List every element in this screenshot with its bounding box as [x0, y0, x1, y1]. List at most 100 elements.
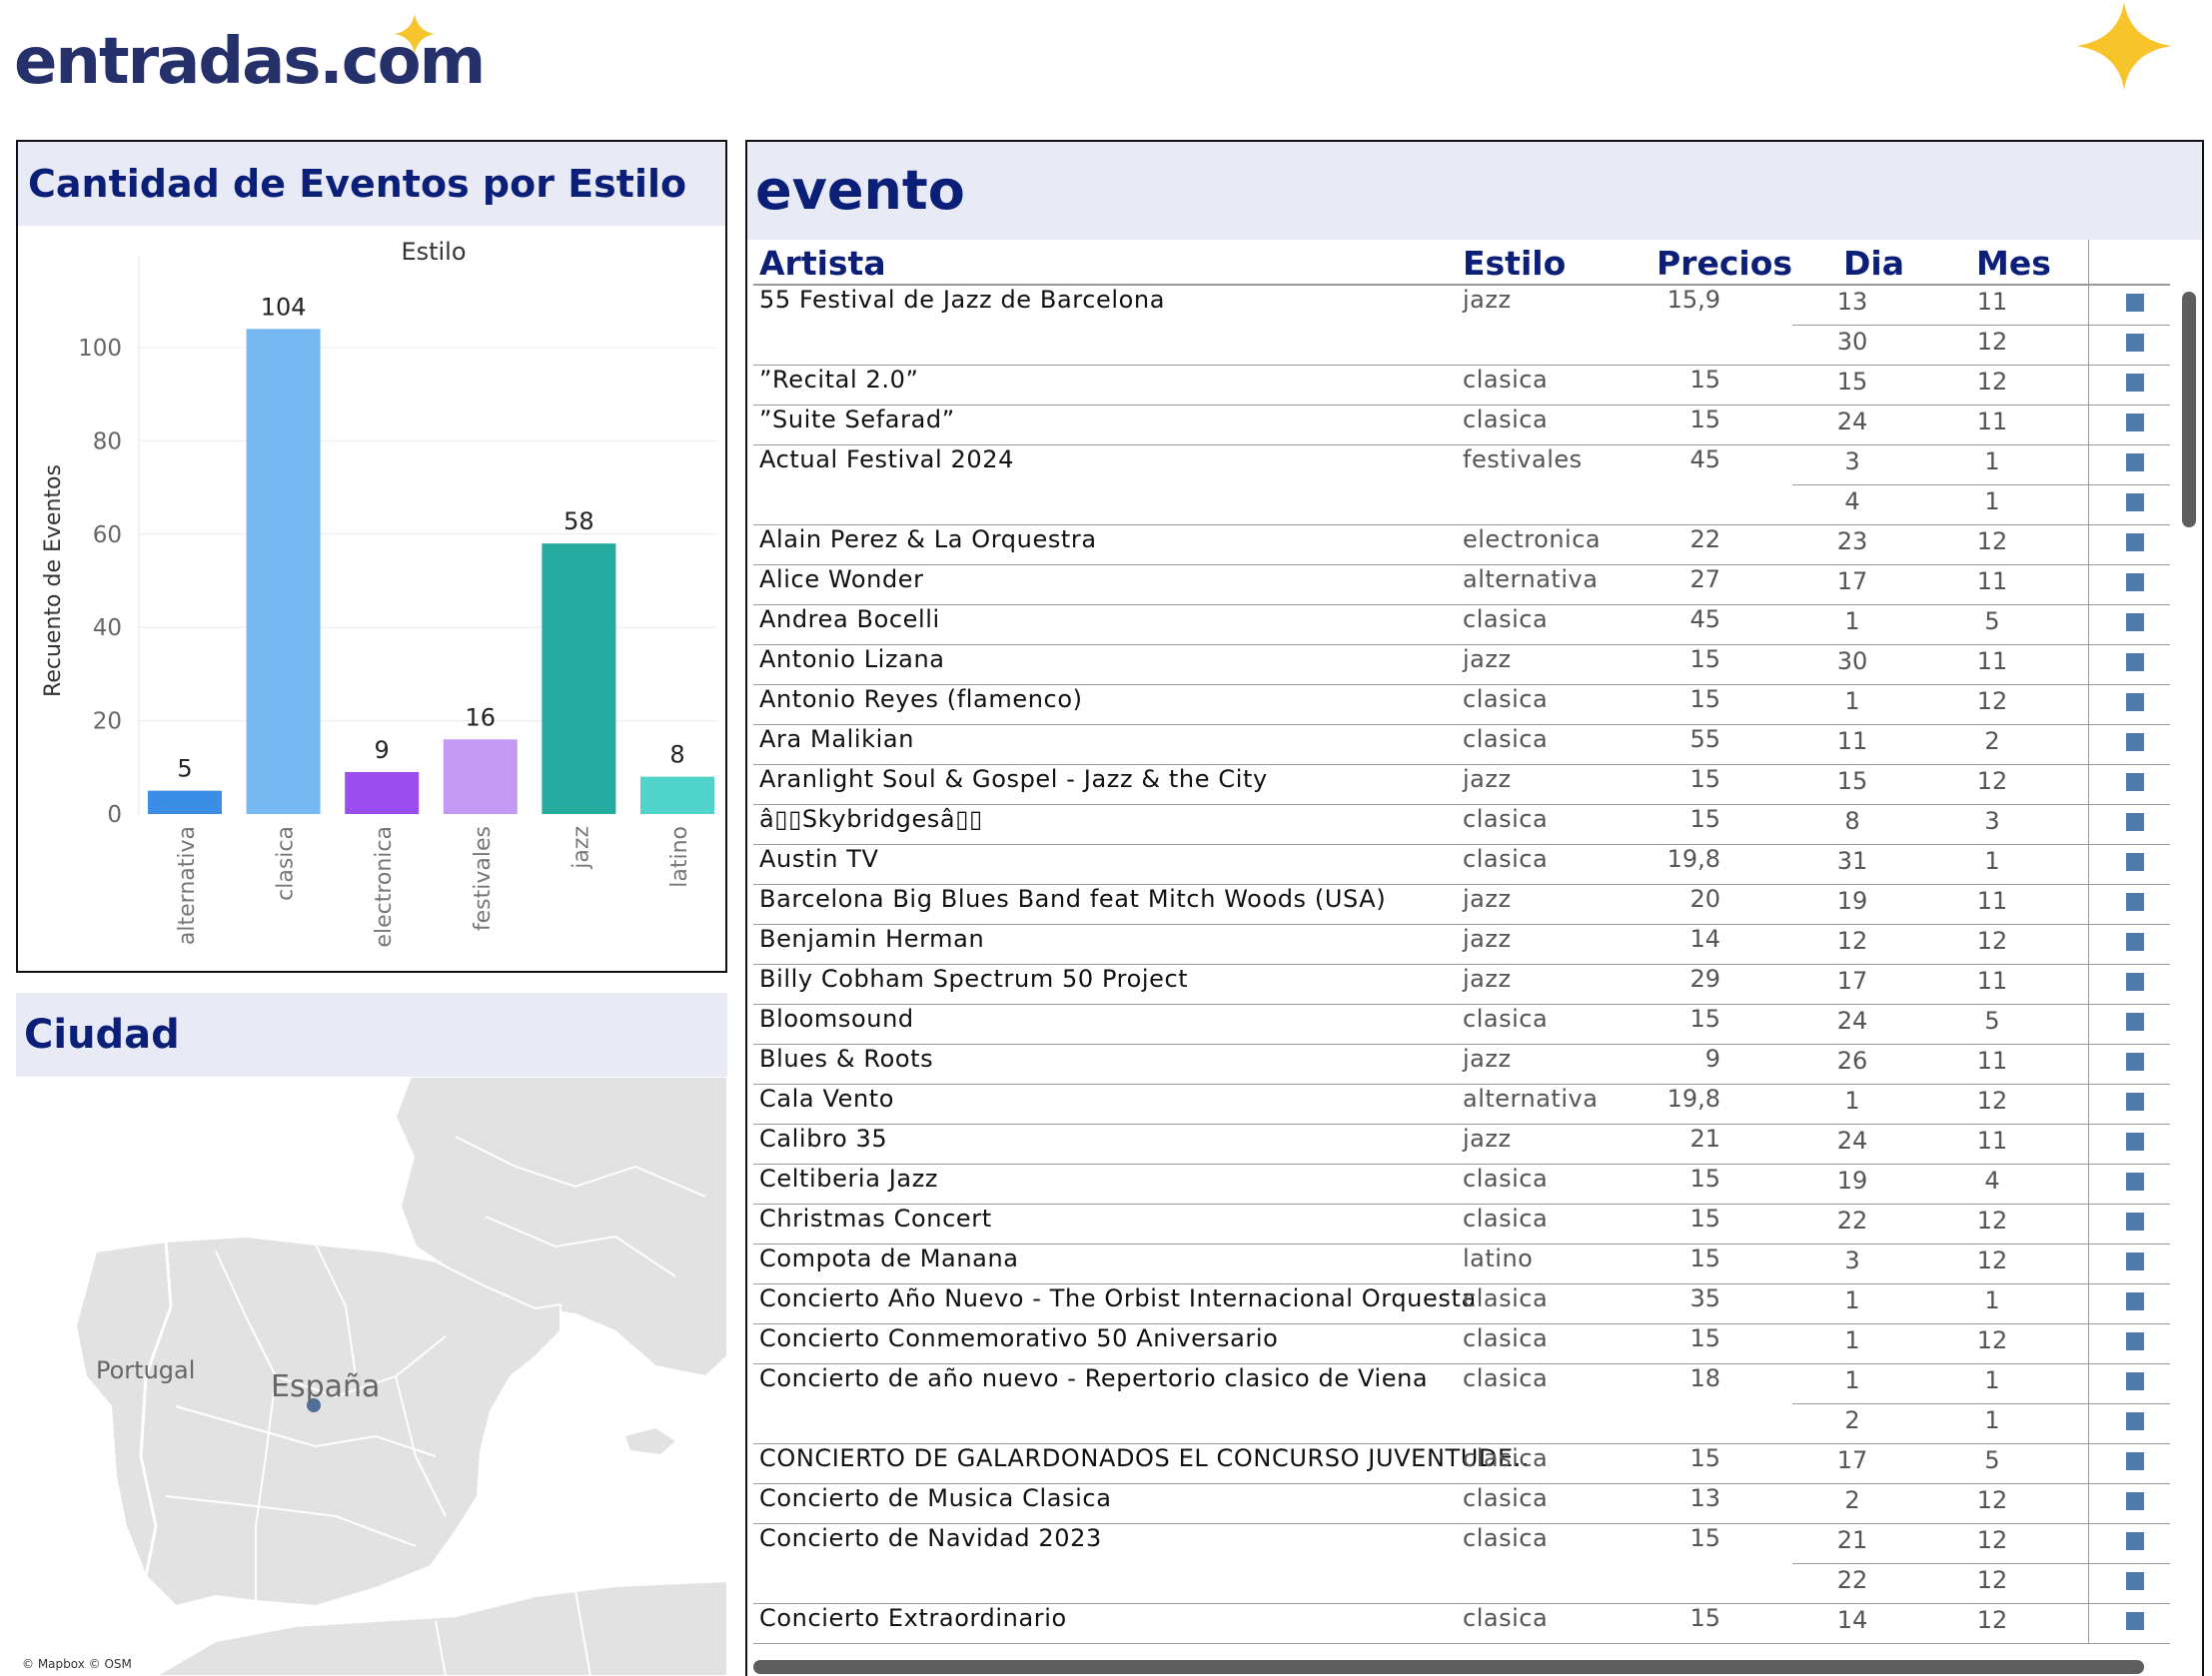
row-marker-icon[interactable] [2126, 1133, 2144, 1151]
row-marker-icon[interactable] [2126, 973, 2144, 991]
cell-dia: 17 [1836, 967, 1868, 995]
table-row[interactable]: Cala Vento alternativa 19,8 1 12 [753, 1085, 2170, 1125]
row-marker-icon[interactable] [2126, 1173, 2144, 1191]
row-marker-icon[interactable] [2126, 1253, 2144, 1270]
table-row[interactable]: Aranlight Soul & Gospel - Jazz & the Cit… [753, 765, 2170, 805]
table-row[interactable]: Ara Malikian clasica 55 11 2 [753, 725, 2170, 765]
col-divider [2088, 965, 2089, 1005]
row-marker-icon[interactable] [2126, 813, 2144, 831]
cell-mes: 1 [1984, 1286, 2000, 1314]
row-marker-icon[interactable] [2126, 334, 2144, 352]
table-row[interactable]: Christmas Concert clasica 15 22 12 [753, 1205, 2170, 1245]
cell-precios: 22 [1689, 525, 1720, 553]
row-marker-icon[interactable] [2126, 1612, 2144, 1630]
row-marker-icon[interactable] [2126, 1053, 2144, 1071]
col-divider [2088, 525, 2089, 565]
row-marker-icon[interactable] [2126, 414, 2144, 431]
table-row[interactable]: CONCIERTO DE GALARDONADOS EL CONCURSO JU… [753, 1444, 2170, 1484]
table-row[interactable]: Bloomsound clasica 15 24 5 [753, 1005, 2170, 1045]
table-row[interactable]: Barcelona Big Blues Band feat Mitch Wood… [753, 885, 2170, 925]
cell-artista: Christmas Concert [759, 1205, 992, 1233]
map-view[interactable]: Portugal España © Mapbox © OSM [16, 1077, 727, 1676]
col-header-dia[interactable]: Dia [1843, 240, 1904, 284]
cell-mes: 11 [1976, 1047, 2008, 1075]
cell-mes: 12 [1976, 1526, 2008, 1554]
table-row[interactable]: Celtiberia Jazz clasica 15 19 4 [753, 1165, 2170, 1205]
table-row[interactable]: Concierto Conmemorativo 50 Aniversario cl… [753, 1324, 2170, 1364]
table-row[interactable]: Antonio Lizana jazz 15 30 11 [753, 645, 2170, 685]
table-row[interactable]: Concierto Año Nuevo - The Orbist Interna… [753, 1284, 2170, 1324]
table-row[interactable]: Concierto de Musica Clasica clasica 13 2 12 [753, 1484, 2170, 1524]
bar-chart[interactable]: Estilo Recuento de Eventos 0 20 40 60 80 100 5 al… [18, 226, 725, 971]
table-row[interactable]: Calibro 35 jazz 21 24 11 [753, 1125, 2170, 1165]
cell-dia: 1 [1844, 1286, 1860, 1314]
cell-estilo: jazz [1463, 1045, 1512, 1073]
row-marker-icon[interactable] [2126, 1213, 2144, 1231]
table-row[interactable]: Concierto de Navidad 2023 clasica 15 21 12 22… [753, 1524, 2170, 1604]
table-row[interactable]: Antonio Reyes (flamenco) clasica 15 1 12 [753, 685, 2170, 725]
row-marker-icon[interactable] [2126, 653, 2144, 671]
table-row[interactable]: Andrea Bocelli clasica 45 1 5 [753, 605, 2170, 645]
col-header-artista[interactable]: Artista [759, 240, 886, 284]
table-row[interactable]: ”Recital 2.0” clasica 15 15 12 [753, 366, 2170, 406]
cell-artista: Alain Perez & La Orquestra [759, 525, 1097, 553]
row-marker-icon[interactable] [2126, 1452, 2144, 1470]
table-row[interactable]: Benjamin Herman jazz 14 12 12 [753, 925, 2170, 965]
row-marker-icon[interactable] [2126, 613, 2144, 631]
row-marker-icon[interactable] [2126, 1492, 2144, 1510]
table-row[interactable]: Alice Wonder alternativa 27 17 11 [753, 565, 2170, 605]
row-marker-icon[interactable] [2126, 1292, 2144, 1310]
cell-mes: 12 [1976, 368, 2008, 396]
row-marker-icon[interactable] [2126, 1572, 2144, 1590]
col-divider [2088, 925, 2089, 965]
vertical-scrollbar[interactable] [2182, 292, 2196, 527]
row-marker-icon[interactable] [2126, 1332, 2144, 1350]
table-row[interactable]: Austin TV clasica 19,8 31 1 [753, 845, 2170, 885]
cell-precios: 9 [1704, 1045, 1720, 1073]
table-row[interactable]: ”Suite Sefarad” clasica 15 24 11 [753, 406, 2170, 445]
col-header-mes[interactable]: Mes [1976, 240, 2051, 284]
row-marker-icon[interactable] [2126, 733, 2144, 751]
table-row[interactable]: Blues & Roots jazz 9 26 11 [753, 1045, 2170, 1085]
table-row[interactable]: Billy Cobham Spectrum 50 Project jazz 29 17… [753, 965, 2170, 1005]
row-marker-icon[interactable] [2126, 933, 2144, 951]
col-divider [2088, 1604, 2089, 1644]
col-divider [2088, 1125, 2089, 1165]
table-row[interactable]: Actual Festival 2024 festivales 45 3 1 4 1 [753, 445, 2170, 525]
row-marker-icon[interactable] [2126, 893, 2144, 911]
row-marker-icon[interactable] [2126, 693, 2144, 711]
row-marker-icon[interactable] [2126, 1093, 2144, 1111]
col-header-precios[interactable]: Precios [1657, 240, 1792, 284]
table-row[interactable]: 55 Festival de Jazz de Barcelona jazz 15,9… [753, 286, 2170, 366]
table-row[interactable]: Concierto Extraordinario clasica 15 14 12 [753, 1604, 2170, 1644]
cell-mes: 3 [1984, 807, 2000, 835]
map-title: Ciudad [16, 993, 727, 1077]
row-marker-icon[interactable] [2126, 1412, 2144, 1430]
cell-artista: Andrea Bocelli [759, 605, 940, 633]
row-marker-icon[interactable] [2126, 453, 2144, 471]
map-attribution: © Mapbox © OSM [22, 1657, 132, 1671]
row-marker-icon[interactable] [2126, 853, 2144, 871]
row-marker-icon[interactable] [2126, 533, 2144, 551]
cell-estilo: clasica [1463, 725, 1549, 753]
table-row[interactable]: Concierto de año nuevo - Repertorio clas… [753, 1364, 2170, 1444]
row-marker-icon[interactable] [2126, 1013, 2144, 1031]
row-marker-icon[interactable] [2126, 493, 2144, 511]
row-marker-icon[interactable] [2126, 1532, 2144, 1550]
horizontal-scrollbar[interactable] [753, 1660, 2144, 1674]
row-marker-icon[interactable] [2126, 294, 2144, 312]
cell-dia: 19 [1836, 1167, 1868, 1195]
event-table[interactable]: Artista Estilo Precios Dia Mes 55 Festiv… [753, 240, 2170, 1658]
table-row[interactable]: Compota de Manana latino 15 3 12 [753, 1245, 2170, 1284]
row-marker-icon[interactable] [2126, 1372, 2144, 1390]
cell-precios: 15 [1689, 1005, 1720, 1033]
cell-precios: 19,8 [1666, 845, 1720, 873]
row-marker-icon[interactable] [2126, 773, 2144, 791]
row-marker-icon[interactable] [2126, 374, 2144, 392]
row-marker-icon[interactable] [2126, 573, 2144, 591]
cell-artista: Actual Festival 2024 [759, 445, 1014, 473]
table-row[interactable]: â▯▯Skybridgesâ▯▯ clasica 15 8 3 [753, 805, 2170, 845]
cell-dia: 4 [1844, 487, 1860, 515]
col-header-estilo[interactable]: Estilo [1463, 240, 1566, 284]
table-row[interactable]: Alain Perez & La Orquestra electronica 22 2… [753, 525, 2170, 565]
